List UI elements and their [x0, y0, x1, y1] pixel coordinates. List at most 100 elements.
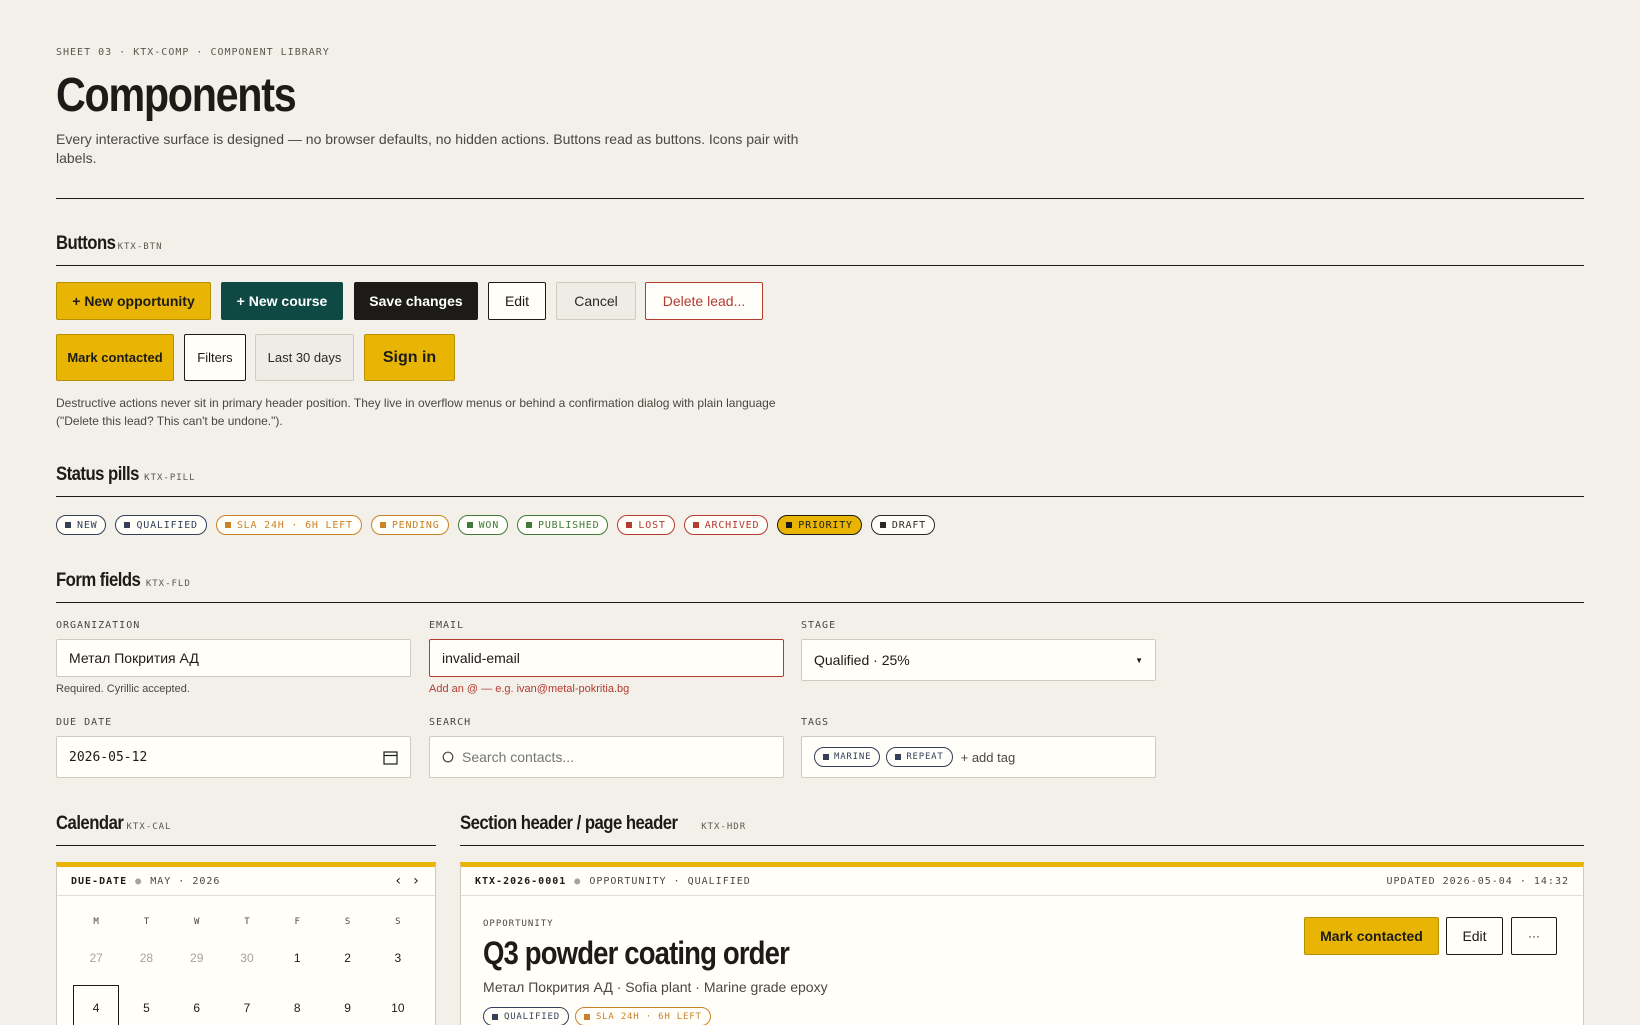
save-changes-button[interactable]: Save changes: [354, 282, 478, 320]
header-section-header: Section header / page header KTX-HDR: [460, 813, 746, 843]
organization-input[interactable]: Метал Покрития АД: [56, 639, 411, 677]
divider: [56, 265, 1584, 266]
edit-button[interactable]: Edit: [488, 282, 546, 320]
calendar-weekday: T: [244, 917, 250, 927]
calendar-bar: DUE-DATE ● MAY · 2026 ‹ ›: [57, 867, 435, 896]
divider: [56, 496, 1584, 497]
stage-value: Qualified · 25%: [814, 652, 910, 668]
pill-square-icon: [526, 522, 533, 528]
pill-label: LOST: [638, 519, 666, 531]
stage-select[interactable]: Qualified · 25% ▼: [801, 639, 1156, 681]
sign-in-button[interactable]: Sign in: [364, 334, 455, 381]
calendar-day[interactable]: 1: [272, 933, 322, 983]
tag-label: REPEAT: [906, 752, 944, 762]
email-error: Add an @ — e.g. ivan@metal-pokritia.bg: [429, 683, 630, 695]
status-pill: QUALIFIED: [115, 515, 207, 535]
search-input[interactable]: [462, 749, 762, 765]
header-eyebrow: OPPORTUNITY: [483, 919, 554, 929]
tags-label: TAGS: [801, 717, 830, 728]
calendar-day[interactable]: 9: [322, 983, 372, 1025]
next-month-button[interactable]: ›: [412, 873, 421, 889]
status-pill: QUALIFIED: [483, 1007, 569, 1025]
calendar-day[interactable]: 28: [121, 933, 171, 983]
last-30-days-button[interactable]: Last 30 days: [255, 334, 354, 381]
pills-section-header: Status pills KTX-PILL: [56, 464, 196, 494]
pill-label: PRIORITY: [798, 519, 853, 531]
add-tag-button[interactable]: + add tag: [961, 750, 1016, 765]
section-title: Calendar: [56, 813, 124, 834]
calendar-day[interactable]: 29: [172, 933, 222, 983]
calendar-row: 27 28 29 30 1 2 3: [71, 933, 423, 983]
status-pill: PRIORITY: [777, 515, 862, 535]
edit-button[interactable]: Edit: [1446, 917, 1503, 955]
calendar-day[interactable]: 4: [73, 985, 120, 1025]
status-pill: NEW: [56, 515, 107, 535]
email-value: invalid-email: [442, 650, 520, 666]
stage-label: STAGE: [801, 620, 837, 631]
divider: [56, 198, 1584, 199]
email-input[interactable]: invalid-email: [429, 639, 784, 677]
prev-month-button[interactable]: ‹: [394, 873, 403, 889]
filters-button[interactable]: Filters: [184, 334, 246, 381]
tags-input[interactable]: MARINE REPEAT + add tag: [801, 736, 1156, 778]
calendar-month: MAY · 2026: [150, 875, 221, 887]
tag-square-icon: [895, 754, 902, 760]
calendar-icon[interactable]: [383, 750, 398, 765]
pill-square-icon: [583, 1013, 590, 1020]
calendar-day[interactable]: 27: [71, 933, 121, 983]
tag-chip[interactable]: MARINE: [814, 747, 881, 767]
status-pill-list: NEW QUALIFIED SLA 24H · 6H LEFT PENDING WON P…: [56, 515, 935, 535]
pill-label: SLA 24H · 6H LEFT: [236, 519, 353, 531]
mark-contacted-button[interactable]: Mark contacted: [56, 334, 174, 381]
search-field[interactable]: [429, 736, 784, 778]
dot-separator: ●: [574, 875, 582, 887]
calendar-day[interactable]: 3: [373, 933, 423, 983]
pill-label: PENDING: [391, 519, 440, 531]
pill-square-icon: [692, 522, 699, 528]
more-actions-button[interactable]: ···: [1511, 917, 1557, 955]
tag-chip[interactable]: REPEAT: [886, 747, 953, 767]
due-date-value: 2026-05-12: [69, 749, 148, 765]
calendar-day[interactable]: 2: [322, 933, 372, 983]
search-icon: [442, 751, 454, 763]
section-title: Section header / page header: [460, 813, 678, 834]
delete-lead-button[interactable]: Delete lead...: [645, 282, 763, 320]
page-eyebrow: SHEET 03 · KTX-COMP · COMPONENT LIBRARY: [56, 47, 330, 58]
calendar-card: DUE-DATE ● MAY · 2026 ‹ › M T W T F S S 27 28 29 3…: [56, 862, 436, 1025]
pill-square-icon: [379, 522, 386, 528]
new-opportunity-button[interactable]: + New opportunity: [56, 282, 211, 320]
calendar-row: MTWTFSS: [71, 911, 423, 933]
record-subtitle: Метал Покрития АД · Sofia plant · Marine…: [483, 979, 828, 995]
pill-label: DRAFT: [891, 519, 926, 531]
due-date-label: DUE DATE: [56, 717, 113, 728]
organization-value: Метал Покрития АД: [69, 650, 199, 666]
calendar-day[interactable]: 6: [172, 983, 222, 1025]
section-code: KTX-CAL: [126, 822, 172, 832]
due-date-input[interactable]: 2026-05-12: [56, 736, 411, 778]
calendar-day[interactable]: 8: [272, 983, 322, 1025]
pill-square-icon: [786, 522, 793, 528]
calendar-day[interactable]: 7: [222, 983, 272, 1025]
tag-square-icon: [823, 754, 829, 760]
pill-label: ARCHIVED: [704, 519, 760, 531]
organization-label: ORGANIZATION: [56, 620, 141, 631]
page-lede: Every interactive surface is designed — …: [56, 131, 799, 166]
cancel-button[interactable]: Cancel: [556, 282, 636, 320]
status-pill: ARCHIVED: [683, 515, 769, 535]
mark-contacted-button[interactable]: Mark contacted: [1304, 917, 1439, 955]
record-heading: Q3 powder coating order: [483, 935, 790, 971]
new-course-button[interactable]: + New course: [221, 282, 343, 320]
calendar-grid: M T W T F S S 27 28 29 30 1 2 3 4 5 6 7 8 9 10: [71, 911, 423, 1025]
calendar-day[interactable]: 10: [373, 983, 423, 1025]
calendar-day[interactable]: 30: [222, 933, 272, 983]
calendar-day[interactable]: 5: [121, 983, 171, 1025]
status-pill: WON: [457, 515, 509, 535]
page-header-card: KTX-2026-0001 ● OPPORTUNITY · QUALIFIED …: [460, 862, 1584, 1025]
form-section-header: Form fields KTX-FLD: [56, 570, 191, 600]
pill-label: QUALIFIED: [504, 1011, 560, 1022]
record-updated: UPDATED 2026-05-04 · 14:32: [1386, 875, 1569, 887]
status-pill: DRAFT: [870, 515, 935, 535]
record-bar: KTX-2026-0001 ● OPPORTUNITY · QUALIFIED …: [461, 867, 1583, 896]
calendar-weekday: M: [93, 917, 99, 927]
email-label: EMAIL: [429, 620, 465, 631]
